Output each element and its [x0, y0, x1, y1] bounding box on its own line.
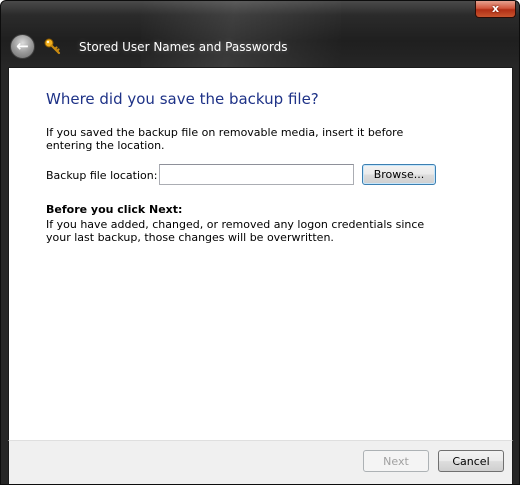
dialog-window: x ← Stored User Names and Passwords Wher… [0, 0, 520, 485]
close-button[interactable]: x [475, 1, 516, 18]
warning-title: Before you click Next: [46, 203, 183, 216]
wizard-content: Where did you save the backup file? If y… [8, 67, 513, 440]
window-title: Stored User Names and Passwords [79, 40, 288, 54]
browse-button[interactable]: Browse... [362, 164, 436, 185]
back-arrow-icon: ← [16, 37, 29, 55]
wizard-footer: Next Cancel [8, 440, 513, 484]
backup-location-label: Backup file location: [46, 169, 158, 182]
glass-reflection [141, 1, 341, 67]
cancel-button[interactable]: Cancel [438, 450, 504, 472]
intro-text: If you saved the backup file on removabl… [46, 126, 404, 152]
close-icon: x [491, 2, 500, 15]
back-button[interactable]: ← [10, 34, 35, 59]
backup-location-input[interactable] [159, 164, 354, 185]
page-heading: Where did you save the backup file? [46, 90, 319, 108]
next-button[interactable]: Next [363, 450, 429, 472]
warning-text: If you have added, changed, or removed a… [46, 218, 425, 244]
key-icon [44, 38, 61, 55]
